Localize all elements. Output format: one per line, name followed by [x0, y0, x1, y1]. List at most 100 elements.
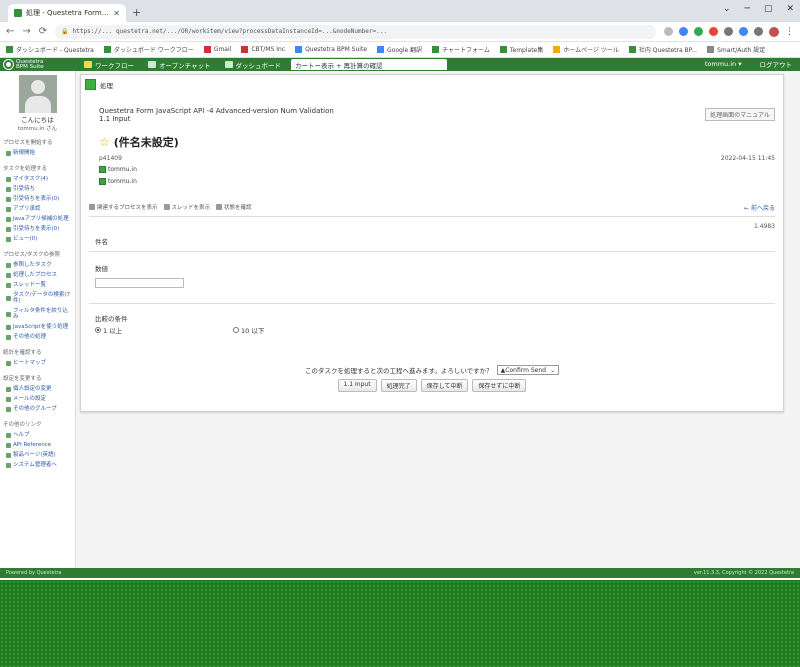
nav-workflow[interactable]: ワークフロー	[80, 59, 138, 70]
sidebar-item-icon	[6, 196, 11, 202]
bookmark-item[interactable]: Template集	[499, 45, 543, 54]
bookmark-item[interactable]: ダッシュボード - Questetra	[6, 45, 94, 54]
nav-active-tab[interactable]: カートー表示 + 再計算の確認	[291, 59, 448, 70]
radio-option-gte[interactable]: 1 以上	[95, 325, 122, 335]
radio-icon[interactable]	[233, 327, 239, 333]
thread-button[interactable]: スレッドを表示	[163, 203, 210, 211]
close-icon[interactable]: ✕	[786, 4, 794, 14]
workflow-step: 1.1 Input	[99, 115, 131, 123]
sidebar-heading: 設定を変更する	[3, 376, 42, 382]
suspend-button[interactable]: 保存せずに中断	[472, 379, 527, 392]
sidebar-item[interactable]: スレッド一覧	[0, 280, 75, 290]
extension-icon[interactable]	[709, 27, 718, 36]
sidebar-item-label: その他のグループ	[13, 406, 57, 412]
sidebar-item[interactable]: Javaアプリ候補の処理	[0, 214, 75, 224]
extension-icon[interactable]	[739, 27, 748, 36]
extension-icon[interactable]	[694, 27, 703, 36]
sidebar-item[interactable]: その他の処理	[0, 332, 75, 342]
menu-dots-icon[interactable]: ⋮	[785, 27, 794, 37]
sidebar-item-label: 引受待ちを表示(0)	[13, 196, 60, 202]
extension-icon[interactable]	[724, 27, 733, 36]
sidebar-item-label: 処理したプロセス	[13, 272, 58, 278]
bookmark-item[interactable]: Gmail	[203, 46, 231, 53]
sidebar-item[interactable]: API Reference	[0, 440, 75, 450]
sidebar-item[interactable]: メールの設定	[0, 394, 75, 404]
radio-option-lte[interactable]: 10 以下	[233, 325, 264, 335]
maximize-icon[interactable]: ▢	[764, 4, 773, 14]
sidebar-item[interactable]: アプリ承認	[0, 204, 75, 214]
bookmark-item[interactable]: Questetra BPM Suite	[295, 46, 367, 53]
minimize-icon[interactable]: ─	[745, 4, 750, 14]
tab-strip: 処理 - Questetra Form JavaScript A ✕ + ⌄ ─…	[0, 0, 800, 22]
sidebar-item[interactable]: 引受待ちを表示(0)	[0, 194, 75, 204]
prev-link[interactable]: ← 前へ戻る	[744, 203, 775, 212]
sidebar-item[interactable]: システム管理者へ	[0, 460, 75, 470]
sidebar-item[interactable]: 引受待ちを表示(0)	[0, 224, 75, 234]
sidebar-item-icon	[6, 150, 11, 156]
address-row: ← → ⟳ 🔒 https://... questetra.net/.../OR…	[0, 22, 800, 42]
sidebar-item[interactable]: 新規開始	[0, 148, 75, 158]
user-name[interactable]: tommu.in	[108, 166, 137, 173]
reload-icon[interactable]: ⟳	[39, 26, 47, 37]
step-button[interactable]: 1.1 Input	[337, 379, 377, 392]
status-button[interactable]: 状態を確認	[216, 203, 252, 211]
avatar[interactable]	[18, 75, 57, 113]
chevron-down-icon[interactable]: ⌄	[723, 4, 731, 14]
new-tab-icon[interactable]: +	[132, 6, 141, 19]
user-box: こんにちは tommu.in さん	[0, 71, 75, 132]
user-name: tommu.in さん	[17, 126, 58, 132]
logout-link[interactable]: ログアウト	[760, 59, 793, 69]
url-text: https://... questetra.net/.../OR/workite…	[72, 28, 387, 35]
address-bar[interactable]: 🔒 https://... questetra.net/.../OR/worki…	[55, 24, 656, 39]
confirm-select[interactable]: ▲Confirm Send ⌄	[496, 365, 559, 375]
task-panel: 処理 Questetra Form JavaScript API -4 Adva…	[80, 74, 784, 412]
nav-dashboard[interactable]: ダッシュボード	[221, 59, 286, 70]
bookmark-item[interactable]: Smart/Auth 設定	[707, 45, 765, 54]
sidebar-item[interactable]: 処理したプロセス	[0, 270, 75, 280]
star-icon[interactable]: ☆	[99, 135, 110, 149]
sidebar-item[interactable]: その他のグループ	[0, 404, 75, 414]
sidebar-item[interactable]: タスク/データの検索(7件)	[0, 290, 75, 306]
sidebar-item[interactable]: フィルタ条件を絞り込み	[0, 306, 75, 322]
sidebar-item[interactable]: 引受待ち	[0, 184, 75, 194]
sidebar-item[interactable]: 参照したタスク	[0, 260, 75, 270]
thread-icon	[163, 204, 170, 210]
bookmark-item[interactable]: CBT/MS Inc	[241, 46, 285, 53]
sidebar-item[interactable]: マイタスク(4)	[0, 174, 75, 184]
browser-tab[interactable]: 処理 - Questetra Form JavaScript A ✕	[8, 4, 126, 22]
sidebar-sections: プロセスを開始する 新規開始 タスクを処理する マイタスク(4) 引受待ち 引受待ちを表示…	[0, 136, 75, 470]
sidebar-item[interactable]: ヒートマップ	[0, 358, 75, 368]
bookmark-item[interactable]: 社内 Questetra BP...	[628, 45, 697, 54]
back-icon[interactable]: ←	[6, 26, 14, 37]
sidebar-heading: タスクを処理する	[3, 166, 48, 172]
logo-icon	[4, 60, 13, 69]
sidebar-item[interactable]: ビュー(0)	[0, 234, 75, 244]
tab-close-icon[interactable]: ✕	[113, 9, 120, 18]
user-menu[interactable]: tommu.in ▾	[705, 60, 742, 68]
bookmark-item[interactable]: ダッシュボード ワークフロー	[103, 45, 194, 54]
bookmark-item[interactable]: Google 翻訳	[377, 45, 422, 54]
puzzle-icon[interactable]	[754, 27, 763, 36]
value-input[interactable]	[95, 278, 184, 288]
status-icon	[216, 204, 223, 210]
nav-open-chat[interactable]: オープンチャット	[144, 59, 215, 70]
sidebar-item[interactable]: ヘルプ	[0, 430, 75, 440]
questetra-logo[interactable]: Questetra BPM Suite	[4, 59, 74, 70]
user-name[interactable]: tommu.in	[108, 178, 137, 185]
sidebar-item[interactable]: JavaScriptを使う処理	[0, 322, 75, 332]
bookmark-item[interactable]: ホームページ ツール	[553, 45, 619, 54]
manual-button[interactable]: 処理画面のマニュアル	[705, 108, 775, 121]
sidebar-item[interactable]: 個人設定の変更	[0, 384, 75, 394]
radio-selected-icon[interactable]	[95, 327, 101, 333]
bookmark-item[interactable]: チャートフォーム	[432, 45, 490, 54]
related-process-button[interactable]: 関連するプロセスを表示	[89, 203, 158, 211]
sidebar-item[interactable]: 製品ページ(英語)	[0, 450, 75, 460]
extension-icon[interactable]	[679, 27, 688, 36]
forward-icon[interactable]: →	[22, 26, 30, 37]
chevron-down-icon: ⌄	[549, 366, 555, 374]
bookmark-star-icon[interactable]	[664, 27, 673, 36]
profile-avatar[interactable]	[769, 26, 779, 37]
save-suspend-button[interactable]: 保存して中断	[420, 379, 469, 392]
sidebar-item-icon	[6, 176, 11, 182]
complete-button[interactable]: 処理完了	[380, 379, 417, 392]
